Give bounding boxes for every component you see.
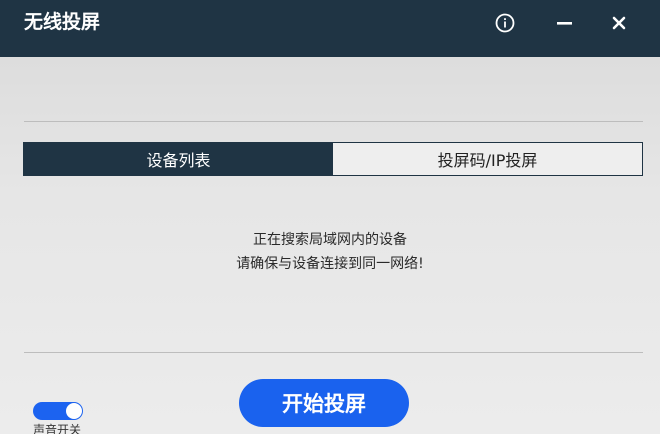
close-icon — [612, 16, 626, 30]
close-button[interactable] — [605, 9, 633, 37]
status-line-searching: 正在搜索局域网内的设备 — [253, 232, 407, 248]
tab-cast-code-ip[interactable]: 投屏码/IP投屏 — [333, 143, 642, 175]
status-line-network-hint: 请确保与设备连接到同一网络! — [236, 256, 424, 272]
info-circle-icon — [495, 13, 515, 33]
top-divider — [24, 121, 643, 122]
minimize-button[interactable] — [551, 9, 579, 37]
info-button[interactable] — [491, 9, 519, 37]
title-bar: 无线投屏 — [0, 0, 660, 57]
app-title: 无线投屏 — [24, 11, 101, 33]
search-status-message: 正在搜索局域网内的设备 请确保与设备连接到同一网络! — [0, 228, 660, 276]
toggle-knob — [66, 403, 82, 419]
bottom-divider — [24, 352, 643, 353]
minimize-icon — [557, 22, 572, 25]
tab-device-list[interactable]: 设备列表 — [24, 143, 333, 175]
tab-bar: 设备列表 投屏码/IP投屏 — [23, 142, 643, 176]
sound-toggle-switch[interactable] — [33, 402, 83, 420]
sound-toggle-label: 声音开关 — [33, 423, 82, 434]
start-casting-button[interactable]: 开始投屏 — [239, 379, 409, 427]
